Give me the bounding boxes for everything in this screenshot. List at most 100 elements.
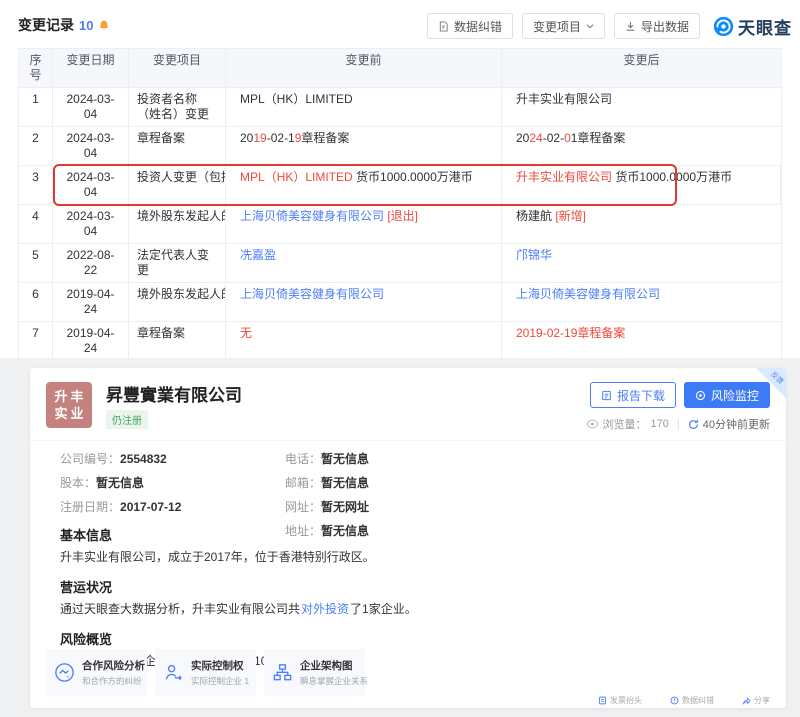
feature-subtitle: 瞬息掌握企业关系 bbox=[300, 676, 369, 686]
entity-link[interactable]: 冼嘉盈 bbox=[240, 248, 276, 262]
refresh-icon[interactable] bbox=[688, 419, 699, 430]
download-icon bbox=[625, 21, 636, 32]
info-label: 电话： bbox=[285, 452, 322, 466]
feature-title: 实际控制权 bbox=[191, 660, 244, 672]
info-value: 暂无信息 bbox=[96, 476, 145, 490]
table-row: 7 2019-04-24 章程备案无 2019-02-19章程备案 bbox=[19, 322, 781, 361]
footer-link-label: 分享 bbox=[754, 696, 770, 705]
change-item: 境外股东发起人的境内 bbox=[129, 283, 226, 321]
cell-text: 杨建航 bbox=[516, 209, 553, 223]
cell-line: MPL（HK）LIMITED bbox=[240, 92, 493, 107]
person-arrow-icon bbox=[162, 661, 185, 684]
risk-monitor-button[interactable]: 风险监控 bbox=[683, 382, 770, 408]
brand-text: 天眼查 bbox=[738, 18, 792, 38]
entity-link[interactable]: 上海贝倚美容健身有限公司 bbox=[240, 209, 384, 223]
change-item: 章程备案 bbox=[129, 127, 226, 165]
feature-text: 合作风险分析 和合作方的纠纷 bbox=[82, 658, 145, 687]
footer-link[interactable]: 分享 bbox=[742, 695, 770, 706]
toolbar-button-2[interactable]: 变更项目 bbox=[521, 13, 605, 39]
feature-tile[interactable]: 实际控制权 实际控制企业 1 bbox=[155, 649, 256, 696]
company-name: 昇豐實業有限公司 bbox=[106, 386, 242, 405]
cell-line: 升丰实业有限公司 货币1000.0000万港币 bbox=[516, 170, 772, 185]
cell-line: 上海贝倚美容健身有限公司 bbox=[516, 287, 773, 302]
column-header: 变更项目 bbox=[129, 49, 226, 87]
report-download-button[interactable]: 报告下载 bbox=[589, 382, 676, 408]
change-before: MPL（HK）LIMITED 货币1000.0000万港币 bbox=[226, 166, 502, 204]
warn-small-icon bbox=[670, 696, 679, 705]
cell-text: [新增] bbox=[552, 209, 587, 223]
entity-link[interactable]: 上海贝倚美容健身有限公司 bbox=[240, 287, 384, 301]
table-row: 1 2024-03-04 投资者名称（姓名）变更 MPL（HK）LIMITED 升丰实业… bbox=[19, 88, 781, 127]
cell-text: MPL（HK）LIMITED bbox=[240, 170, 353, 184]
column-header: 变更日期 bbox=[53, 49, 129, 87]
records-header: 变更记录 10 bbox=[18, 15, 110, 35]
toolbar-button-1[interactable]: 数据纠错 bbox=[426, 13, 513, 39]
cell-text: 货币1000.0000万港币 bbox=[612, 170, 733, 184]
info-value: 暂无信息 bbox=[321, 476, 370, 490]
change-item: 境外股东发起人的境内 bbox=[129, 205, 226, 243]
cell-text: 货币1000.0000万港币 bbox=[352, 170, 473, 184]
cell-line: 无 bbox=[240, 326, 493, 341]
change-date: 2022-08-22 bbox=[53, 244, 129, 282]
toolbar: 数据纠错 变更项目 导出数据 天眼查 bbox=[426, 13, 792, 39]
change-date: 2024-03-04 bbox=[53, 88, 129, 126]
table-row: 5 2022-08-22 法定代表人变更 冼嘉盈 邝锦华 bbox=[19, 244, 781, 283]
info-value: 暂无网址 bbox=[321, 500, 370, 514]
footer-link[interactable]: 数据纠错 bbox=[670, 695, 714, 706]
toolbar-button-label: 数据纠错 bbox=[453, 19, 502, 34]
change-item: 法定代表人变更 bbox=[129, 244, 226, 282]
cell-text: 19 bbox=[253, 131, 267, 145]
cell-text: 20 bbox=[240, 131, 254, 145]
cell-line: 冼嘉盈 bbox=[240, 248, 493, 263]
views-eye-icon bbox=[585, 419, 599, 429]
info-label: 网址： bbox=[285, 500, 322, 514]
views-value: 170 bbox=[650, 418, 669, 430]
cell-text: -02-1 bbox=[266, 131, 295, 145]
risk-monitor-label: 风险监控 bbox=[710, 388, 759, 403]
updated-text: 40分钟前更新 bbox=[702, 419, 770, 431]
change-after: 杨建航 [新增] bbox=[502, 205, 781, 243]
footer-link-label: 数据纠错 bbox=[682, 696, 714, 705]
change-date: 2019-04-24 bbox=[53, 322, 129, 360]
column-header: 序号 bbox=[19, 49, 53, 87]
section-text: 升丰实业有限公司，成立于2017年，位于香港特别行政区。 bbox=[60, 549, 756, 565]
info-label: 邮箱： bbox=[285, 476, 322, 490]
info-value: 2017-07-12 bbox=[120, 500, 182, 514]
table-row: 42024-03-04境外股东发起人的境内上海贝倚美容健身有限公司 [退出] 杨建… bbox=[19, 205, 781, 244]
toolbar-button-3[interactable]: 导出数据 bbox=[613, 13, 700, 39]
change-after: 2024-02-01章程备案 bbox=[502, 127, 781, 165]
info-row: 公司编号：2554832 bbox=[60, 447, 285, 471]
company-logo: 升丰 实业 bbox=[46, 382, 92, 428]
info-row: 邮箱：暂无信息 bbox=[285, 471, 369, 495]
table-header-row: 序号 变更日期 变更项目 变更前 变更后 bbox=[19, 49, 781, 88]
feature-tile[interactable]: 企业架构图瞬息掌握企业关系 bbox=[264, 649, 369, 696]
cell-text: [退出] bbox=[384, 209, 419, 223]
entity-link[interactable]: 邝锦华 bbox=[516, 248, 552, 262]
doc-small-icon bbox=[598, 696, 607, 705]
row-number: 4 bbox=[19, 205, 53, 243]
company-profile-region: 反馈 升丰 实业 昇豐實業有限公司 仍注册 报告下载 风险监控 浏览量： 170… bbox=[0, 358, 800, 717]
cell-line: 邝锦华 bbox=[516, 248, 773, 263]
row-number: 6 bbox=[19, 283, 53, 321]
change-item: 投资人变更（包括出资 bbox=[129, 166, 226, 204]
change-after: 升丰实业有限公司 bbox=[502, 88, 781, 126]
company-card: 反馈 升丰 实业 昇豐實業有限公司 仍注册 报告下载 风险监控 浏览量： 170… bbox=[30, 368, 786, 708]
bell-icon[interactable] bbox=[98, 19, 110, 32]
section-heading: 基本信息 bbox=[60, 528, 113, 543]
inline-link[interactable]: 对外投资 bbox=[301, 602, 349, 616]
tianyancha-logo[interactable]: 天眼查 bbox=[713, 14, 792, 39]
section-heading: 营运状况 bbox=[60, 580, 113, 595]
change-before: 无 bbox=[226, 322, 502, 360]
report-icon bbox=[601, 390, 612, 401]
change-before: 2019-02-19章程备案 bbox=[226, 127, 502, 165]
feature-title: 企业架构图 bbox=[300, 660, 353, 672]
info-label: 公司编号： bbox=[60, 452, 121, 466]
company-logo-line1: 升丰 bbox=[54, 389, 87, 404]
row-number: 3 bbox=[19, 166, 53, 204]
entity-link[interactable]: 上海贝倚美容健身有限公司 bbox=[516, 287, 660, 301]
footer-link[interactable]: 发票抬头 bbox=[598, 695, 642, 706]
handshake-icon bbox=[53, 661, 76, 684]
change-date: 2019-04-24 bbox=[53, 283, 129, 321]
feature-tile[interactable]: 合作风险分析 和合作方的纠纷 bbox=[46, 649, 147, 696]
change-item: 投资者名称（姓名）变更 bbox=[129, 88, 226, 126]
